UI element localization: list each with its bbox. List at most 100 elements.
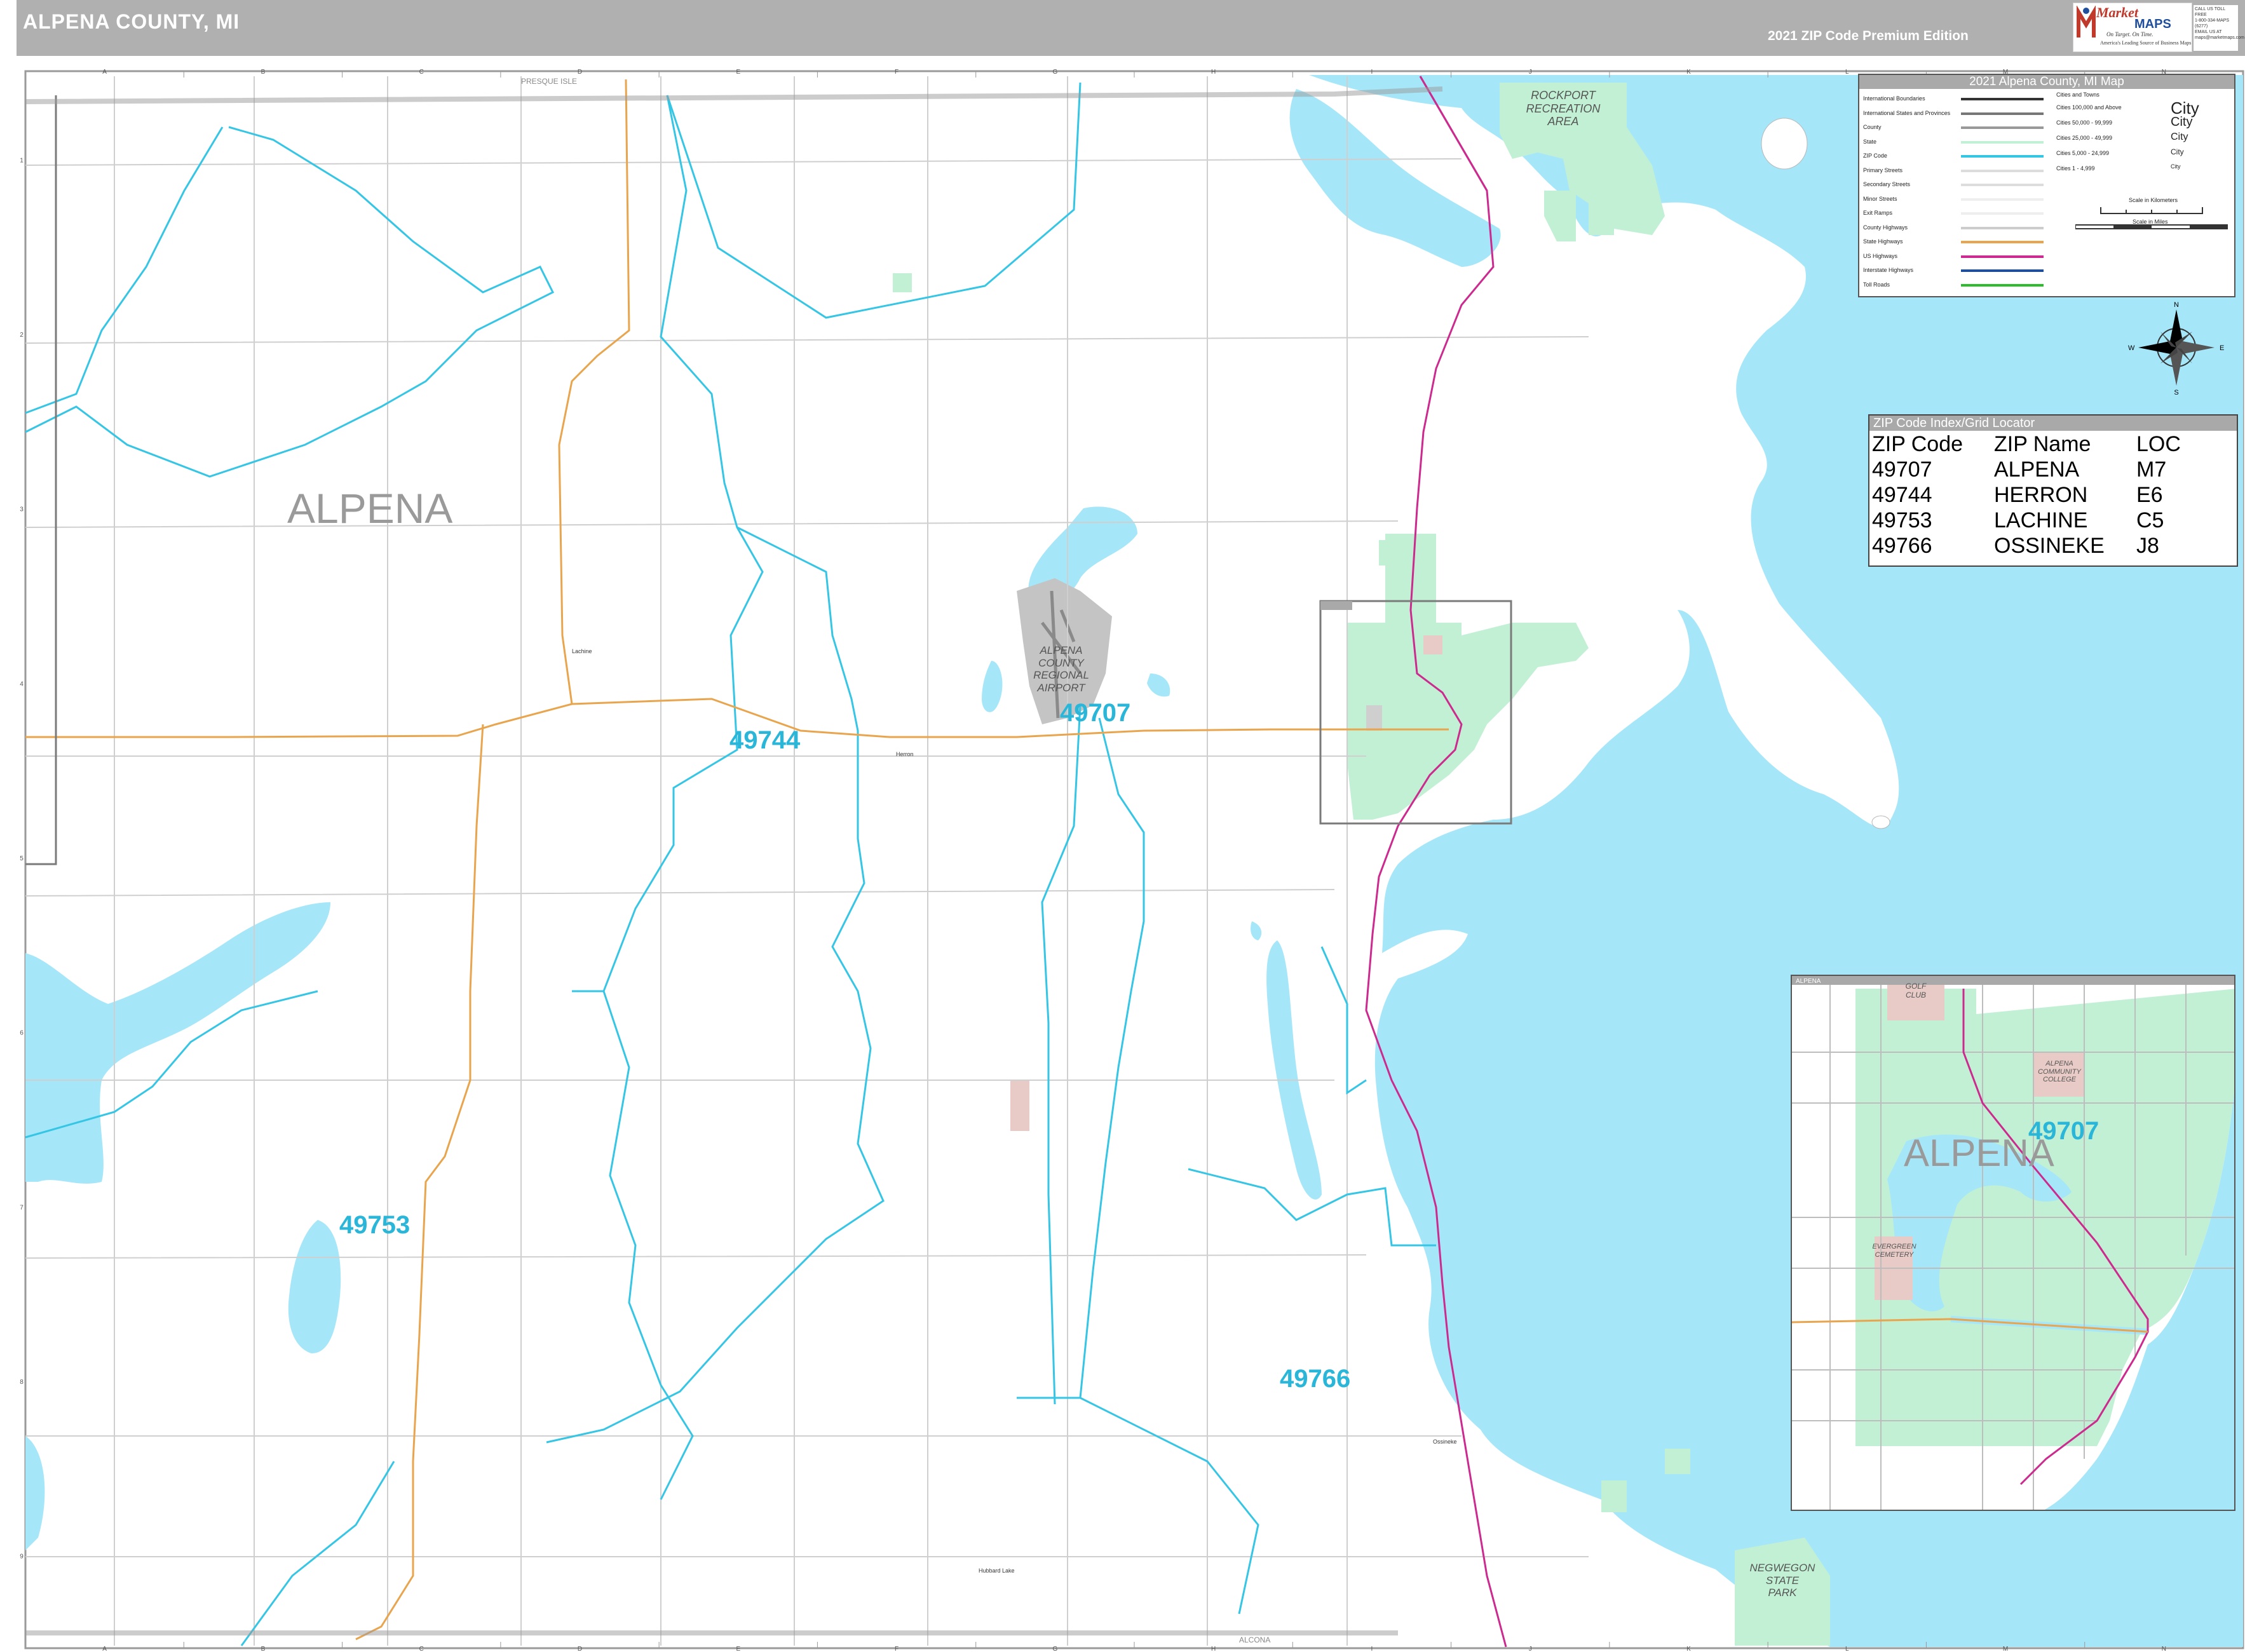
legend-city-label: Cities 50,000 - 99,999 [2056, 119, 2113, 126]
legend-city-label: Cities 25,000 - 49,999 [2056, 135, 2113, 141]
legend-city-label: Cities 1 - 4,999 [2056, 165, 2095, 172]
zip-index-loc: J8 [2136, 534, 2159, 558]
grid-row-label: 7 [20, 1204, 24, 1211]
park-small [893, 273, 912, 292]
legend-scale-bars [2075, 207, 2228, 229]
grid-col-label-top: F [895, 69, 899, 76]
map-title: ALPENA COUNTY, MI [23, 10, 240, 33]
alpena-inset-locator-tab [1320, 601, 1352, 610]
legend-line-item: Primary Streets [1863, 166, 1903, 173]
zip-index-name: LACHINE [1994, 508, 2088, 532]
header-bar: ALPENA COUNTY, MI 2021 ZIP Code Premium … [17, 0, 2245, 56]
grid-col-label-bottom: M [2003, 1646, 2008, 1652]
compass-n-label: N [2174, 301, 2179, 309]
grid-col-label-top: I [1371, 69, 1373, 76]
legend-cities-header: Cities and Towns [2056, 91, 2099, 98]
legend-line-item: County Highways [1863, 224, 1908, 231]
island [1761, 118, 1808, 170]
zip-index-name: ALPENA [1994, 457, 2080, 482]
legend-line-item: County [1863, 124, 1882, 130]
legend-line-swatch [1961, 184, 2044, 186]
grid-col-label-top: E [736, 69, 740, 76]
grid-col-label-top: L [1845, 69, 1849, 76]
grid-col-label-top: J [1529, 69, 1532, 76]
park-small [1601, 1480, 1627, 1512]
zip-index-header-loc: LOC [2136, 432, 2181, 456]
legend-line-swatch [1961, 140, 2044, 144]
inset-area-college: ALPENA COMMUNITY COLLEGE [2038, 1060, 2081, 1084]
grid-col-label-bottom: J [1529, 1646, 1532, 1652]
legend-line-item: International Boundaries [1863, 95, 1925, 102]
town-label: Herron [896, 751, 914, 757]
zip-index-loc: E6 [2136, 483, 2163, 507]
logo-subtitle: America's Leading Source of Business Map… [2100, 40, 2192, 46]
zip-label-49753[interactable]: 49753 [339, 1211, 410, 1240]
grid-col-label-top: C [419, 69, 424, 76]
grid-row-label: 1 [20, 157, 24, 164]
grid-row-label: 8 [20, 1379, 24, 1386]
legend-city-label: Cities 5,000 - 24,999 [2056, 150, 2110, 156]
zip-index-title: ZIP Code Index/Grid Locator [1869, 416, 2237, 431]
zip-label-49744[interactable]: 49744 [729, 726, 800, 755]
grid-row-label: 3 [20, 506, 24, 513]
contact-line: 1-800-334-MAPS (6277) [2195, 18, 2230, 29]
legend-city-sample: City [2171, 163, 2181, 170]
grid-col-label-bottom: C [419, 1646, 424, 1652]
legend-line-item: Toll Roads [1863, 281, 1890, 288]
grid-row-label: 4 [20, 680, 24, 687]
legend-line-swatch [1961, 269, 2044, 272]
grid-col-label-bottom: L [1845, 1646, 1849, 1652]
legend-city-sample: City [2171, 147, 2184, 156]
grid-row-label: 5 [20, 855, 24, 862]
contact-line: EMAIL US AT [2195, 30, 2222, 34]
grid-col-label-top: G [1052, 69, 1057, 76]
inset-map: ALPENA [1792, 976, 2234, 1510]
grid-col-label-top: K [1686, 69, 1691, 76]
zip-code-index: ZIP Code Index/Grid Locator ZIP Code ZIP… [1868, 414, 2238, 567]
grid-col-label-top: A [102, 69, 107, 76]
grid-col-label-bottom: D [578, 1646, 582, 1652]
inset-title-bar [1792, 976, 2234, 985]
area-label-rockport: ROCKPORT RECREATION AREA [1526, 89, 1601, 128]
inset-area-cemetery: EVERGREEN CEMETERY [1872, 1243, 1916, 1259]
land-use [1010, 1080, 1029, 1131]
alpena-city-inset[interactable]: ALPENA ALPENA 49707 GOLF CLUB ALPENA COM… [1791, 975, 2235, 1511]
legend-city-sample: City [2171, 131, 2188, 142]
legend-line-item: Secondary Streets [1863, 181, 1911, 187]
town-label: Lachine [572, 648, 592, 654]
legend-line-swatch [1961, 226, 2044, 229]
market-maps-logo[interactable]: Market MAPS On Target. On Time. America'… [2073, 3, 2192, 52]
compass-s-label: S [2174, 389, 2178, 396]
grid-row-label: 2 [20, 332, 24, 339]
legend-line-swatch [1961, 169, 2044, 172]
map-legend: 2021 Alpena County, MI Map International… [1858, 74, 2235, 297]
county-name-label: ALPENA [287, 485, 453, 532]
grid-col-label-bottom: I [1371, 1646, 1373, 1652]
legend-line-item: Interstate Highways [1863, 267, 1914, 273]
border-label-south: ALCONA [1239, 1635, 1270, 1644]
zip-index-zip: 49707 [1872, 457, 1932, 482]
zip-label-49766[interactable]: 49766 [1280, 1365, 1350, 1393]
park-north-b [1589, 203, 1614, 235]
park-small [1379, 540, 1401, 565]
grid-col-label-bottom: G [1052, 1646, 1057, 1652]
legend-line-item: Exit Ramps [1863, 210, 1893, 216]
legend-city-label: Cities 100,000 and Above [2056, 104, 2122, 111]
area-label-airport: ALPENA COUNTY REGIONAL AIRPORT [1033, 644, 1089, 694]
grid-col-label-top: D [578, 69, 582, 76]
grid-col-label-bottom: F [895, 1646, 899, 1652]
land-use [1423, 635, 1442, 654]
zip-label-49707[interactable]: 49707 [1060, 699, 1130, 728]
compass-e-label: E [2220, 344, 2224, 352]
legend-line-item: ZIP Code [1863, 152, 1887, 159]
legend-line-swatch [1961, 126, 2044, 129]
legend-line-item: International States and Provinces [1863, 109, 1951, 116]
compass-w-label: W [2128, 344, 2135, 352]
zip-index-zip: 49753 [1872, 508, 1932, 532]
island [1871, 815, 1890, 829]
inset-zip-label[interactable]: 49707 [2028, 1117, 2099, 1146]
park-small [1665, 1449, 1690, 1474]
grid-col-label-bottom: E [736, 1646, 740, 1652]
legend-line-swatch [1961, 241, 2044, 243]
inset-area-golf-club: GOLF CLUB [1905, 982, 1927, 999]
